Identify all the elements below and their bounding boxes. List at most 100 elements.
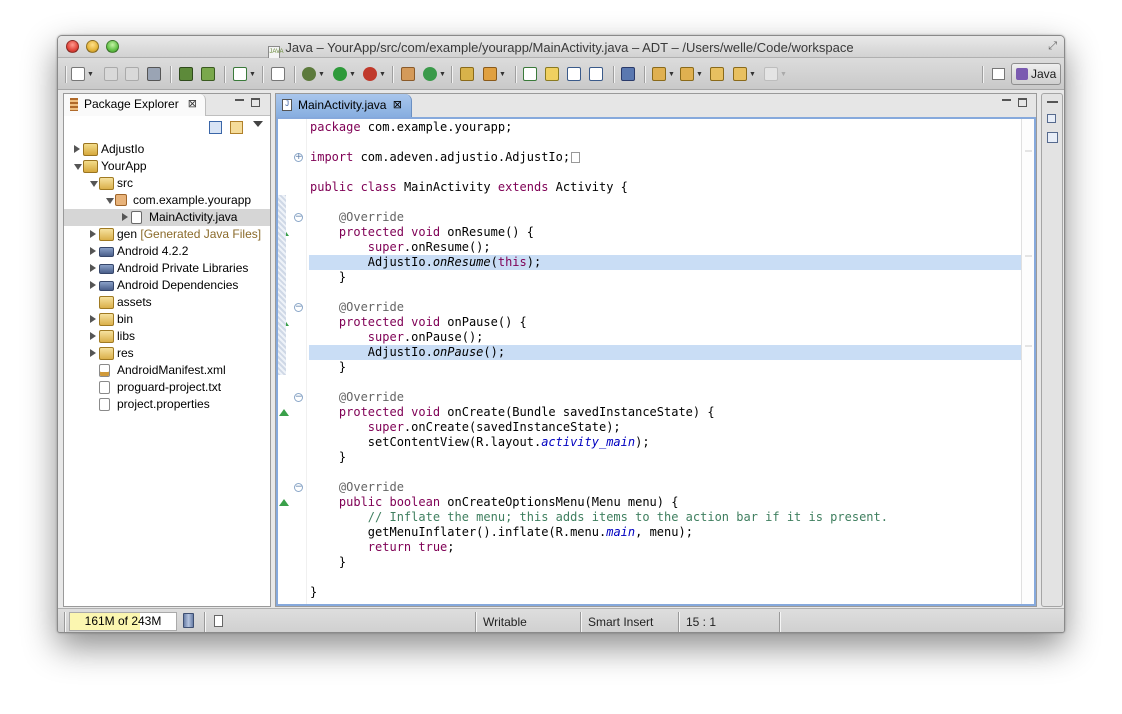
collapsed-region-icon[interactable]	[571, 152, 581, 163]
close-icon[interactable]: ⊠	[393, 94, 402, 116]
toggle-ant-editor-button[interactable]	[523, 66, 537, 82]
tree-item[interactable]: libs	[64, 328, 270, 345]
overview-ruler[interactable]	[1021, 119, 1034, 604]
new-android-project-button[interactable]	[271, 66, 285, 82]
expand-triangle-closed-icon[interactable]	[74, 145, 80, 153]
expand-fold-icon[interactable]: +	[294, 153, 303, 162]
tree-item-label: assets	[117, 295, 152, 309]
override-marker-icon[interactable]	[279, 499, 289, 506]
close-icon[interactable]: ⊠	[188, 94, 197, 115]
project-icon	[83, 160, 98, 173]
folder-icon	[99, 330, 114, 343]
forward-button[interactable]: ▼	[764, 66, 787, 82]
task-list-icon[interactable]	[1047, 114, 1056, 123]
collapse-all-icon[interactable]	[209, 121, 222, 134]
tree-item[interactable]: com.example.yourapp	[64, 192, 270, 209]
tree-item[interactable]: MainActivity.java	[64, 209, 270, 226]
overview-marker[interactable]	[1025, 150, 1032, 152]
folding-ruler[interactable]: + − − − −	[291, 119, 307, 604]
collapse-fold-icon[interactable]: −	[294, 393, 303, 402]
open-perspective-button[interactable]	[992, 68, 1005, 80]
lint-button[interactable]: ▼	[233, 66, 256, 82]
tree-item[interactable]: AdjustIo	[64, 141, 270, 158]
new-java-package-button[interactable]	[401, 66, 415, 82]
bug-icon	[302, 67, 316, 81]
tree-item[interactable]: assets	[64, 294, 270, 311]
tree-item[interactable]: gen [Generated Java Files]	[64, 226, 270, 243]
view-menu-icon[interactable]	[253, 121, 263, 127]
fullscreen-icon[interactable]: ⤢	[1048, 40, 1057, 53]
new-java-class-button[interactable]: ▼	[423, 66, 446, 82]
avd-manager-button[interactable]	[201, 66, 215, 82]
code-token: setContentView(R.layout.	[310, 435, 542, 449]
expand-triangle-open-icon[interactable]	[74, 164, 82, 170]
debug-button[interactable]: ▼	[302, 66, 325, 82]
expand-triangle-closed-icon[interactable]	[90, 349, 96, 357]
tab-package-explorer[interactable]: Package Explorer ⊠	[64, 94, 206, 116]
print-button[interactable]	[147, 66, 161, 82]
tree-item[interactable]: project.properties	[64, 396, 270, 413]
code-line: package com.example.yourapp;	[309, 120, 1021, 135]
external-tools-button[interactable]: ▼	[363, 66, 386, 82]
expand-triangle-closed-icon[interactable]	[122, 213, 128, 221]
toggle-mark-occurrences-button[interactable]	[545, 66, 559, 82]
new-wizard-button[interactable]: ▼	[71, 66, 94, 82]
skip-breakpoints-button[interactable]	[621, 66, 635, 82]
tree-item[interactable]: bin	[64, 311, 270, 328]
collapse-fold-icon[interactable]: −	[294, 303, 303, 312]
link-with-editor-icon[interactable]	[230, 121, 243, 134]
expand-triangle-closed-icon[interactable]	[90, 281, 96, 289]
code-text-area[interactable]: package com.example.yourapp; import com.a…	[309, 119, 1021, 604]
collapse-fold-icon[interactable]: −	[294, 483, 303, 492]
search-icon	[483, 67, 497, 81]
expand-triangle-closed-icon[interactable]	[90, 315, 96, 323]
android-sdk-manager-button[interactable]	[179, 66, 193, 82]
overview-marker[interactable]	[1025, 255, 1032, 257]
search-button[interactable]: ▼	[483, 66, 506, 82]
overview-marker[interactable]	[1025, 345, 1032, 347]
collapse-fold-icon[interactable]: −	[294, 213, 303, 222]
maximize-view-icon[interactable]	[251, 98, 260, 107]
last-edit-location-button[interactable]	[710, 66, 724, 82]
java-editor[interactable]: + − − − − package com.example.yourapp; import…	[276, 117, 1036, 606]
toggle-block-selection-button[interactable]	[567, 66, 581, 82]
heap-status[interactable]: 161M of 243M	[69, 612, 177, 631]
expand-triangle-closed-icon[interactable]	[90, 247, 96, 255]
tab-mainactivity-java[interactable]: J MainActivity.java ⊠	[276, 94, 412, 117]
next-annotation-button[interactable]: ▼	[652, 66, 675, 82]
java-perspective-button[interactable]: Java	[1011, 63, 1061, 85]
save-all-button[interactable]	[125, 66, 139, 82]
restore-icon[interactable]	[1047, 101, 1058, 103]
expand-triangle-closed-icon[interactable]	[90, 230, 96, 238]
run-button[interactable]: ▼	[333, 66, 356, 82]
tree-item[interactable]: AndroidManifest.xml	[64, 362, 270, 379]
open-type-button[interactable]	[460, 66, 474, 82]
trash-icon[interactable]	[183, 613, 194, 628]
minimize-editor-icon[interactable]	[1002, 99, 1011, 101]
highlighter-icon	[545, 67, 559, 81]
tree-item[interactable]: Android Private Libraries	[64, 260, 270, 277]
tree-item[interactable]: Android 4.2.2	[64, 243, 270, 260]
tree-item[interactable]: Android Dependencies	[64, 277, 270, 294]
show-whitespace-button[interactable]	[589, 66, 603, 82]
expand-triangle-open-icon[interactable]	[106, 198, 114, 204]
previous-annotation-button[interactable]: ▼	[680, 66, 703, 82]
tree-item[interactable]: YourApp	[64, 158, 270, 175]
vertical-ruler[interactable]	[278, 119, 291, 604]
expand-triangle-open-icon[interactable]	[90, 181, 98, 187]
tree-item[interactable]: res	[64, 345, 270, 362]
minimize-view-icon[interactable]	[235, 99, 244, 101]
tree-item[interactable]: src	[64, 175, 270, 192]
expand-triangle-closed-icon[interactable]	[90, 264, 96, 272]
override-marker-icon[interactable]	[279, 409, 289, 416]
outline-icon[interactable]	[1047, 132, 1058, 143]
expand-triangle-closed-icon[interactable]	[90, 332, 96, 340]
save-button[interactable]	[104, 66, 118, 82]
back-button[interactable]: ▼	[733, 66, 756, 82]
open-view-icon[interactable]	[214, 615, 223, 627]
maximize-editor-icon[interactable]	[1018, 98, 1027, 107]
tree-item[interactable]: proguard-project.txt	[64, 379, 270, 396]
tree-item-label: project.properties	[117, 397, 210, 411]
title-bar[interactable]: JAVA Java – YourApp/src/com/example/youra…	[58, 36, 1064, 59]
